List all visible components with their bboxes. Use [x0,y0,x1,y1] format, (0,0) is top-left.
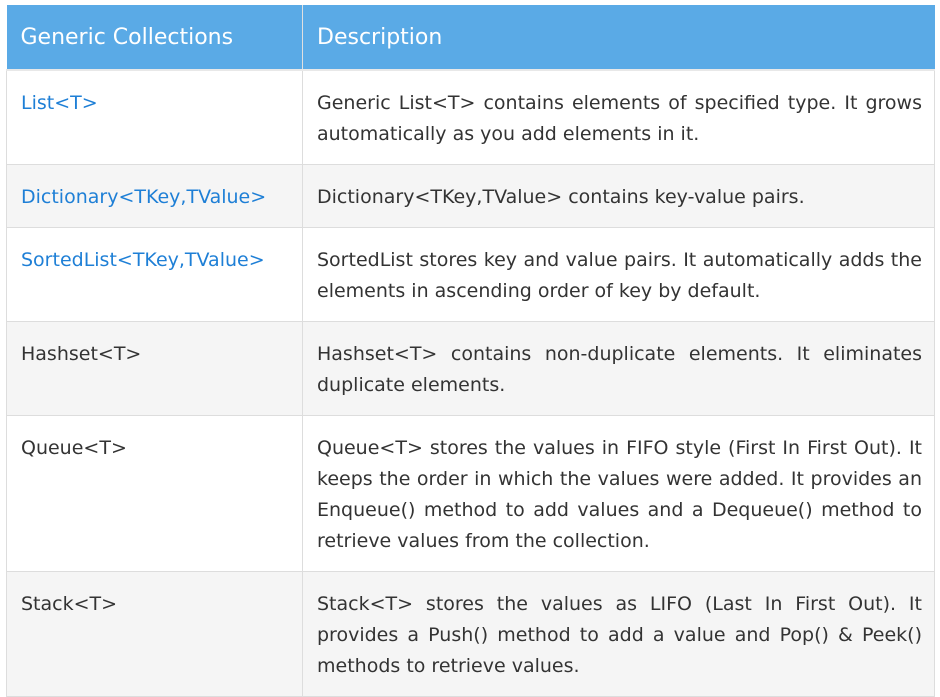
hashset-name: Hashset<T> [21,343,142,365]
collection-description-cell: Dictionary<TKey,TValue> contains key-val… [302,164,935,228]
dictionary-link[interactable]: Dictionary<TKey,TValue> [21,186,266,208]
collection-name-cell: Queue<T> [6,415,303,572]
collection-name-cell: Hashset<T> [6,321,303,416]
header-row: Generic Collections Description [6,5,935,71]
table-row: List<T> Generic List<T> contains element… [6,69,935,165]
collection-name-cell: SortedList<TKey,TValue> [6,227,303,322]
table-row: Dictionary<TKey,TValue> Dictionary<TKey,… [6,164,935,228]
queue-name: Queue<T> [21,437,127,459]
collection-description-cell: Hashset<T> contains non-duplicate elemen… [302,321,935,416]
table-row: Queue<T> Queue<T> stores the values in F… [6,415,935,572]
collections-table-container: Generic Collections Description List<T> … [6,5,935,697]
table-header: Generic Collections Description [6,5,935,71]
table-row: Hashset<T> Hashset<T> contains non-dupli… [6,321,935,416]
collection-name-cell: Stack<T> [6,571,303,697]
collection-description-cell: Generic List<T> contains elements of spe… [302,69,935,165]
table-row: Stack<T> Stack<T> stores the values as L… [6,571,935,697]
header-description: Description [302,5,935,71]
collection-name-cell: Dictionary<TKey,TValue> [6,164,303,228]
generic-collections-table: Generic Collections Description List<T> … [6,5,935,697]
sortedlist-link[interactable]: SortedList<TKey,TValue> [21,249,265,271]
table-body: List<T> Generic List<T> contains element… [6,69,935,697]
collection-description-cell: Stack<T> stores the values as LIFO (Last… [302,571,935,697]
header-generic-collections: Generic Collections [6,5,303,71]
list-t-link[interactable]: List<T> [21,92,98,114]
collection-description-cell: SortedList stores key and value pairs. I… [302,227,935,322]
table-row: SortedList<TKey,TValue> SortedList store… [6,227,935,322]
collection-name-cell: List<T> [6,69,303,165]
stack-name: Stack<T> [21,593,118,615]
collection-description-cell: Queue<T> stores the values in FIFO style… [302,415,935,572]
